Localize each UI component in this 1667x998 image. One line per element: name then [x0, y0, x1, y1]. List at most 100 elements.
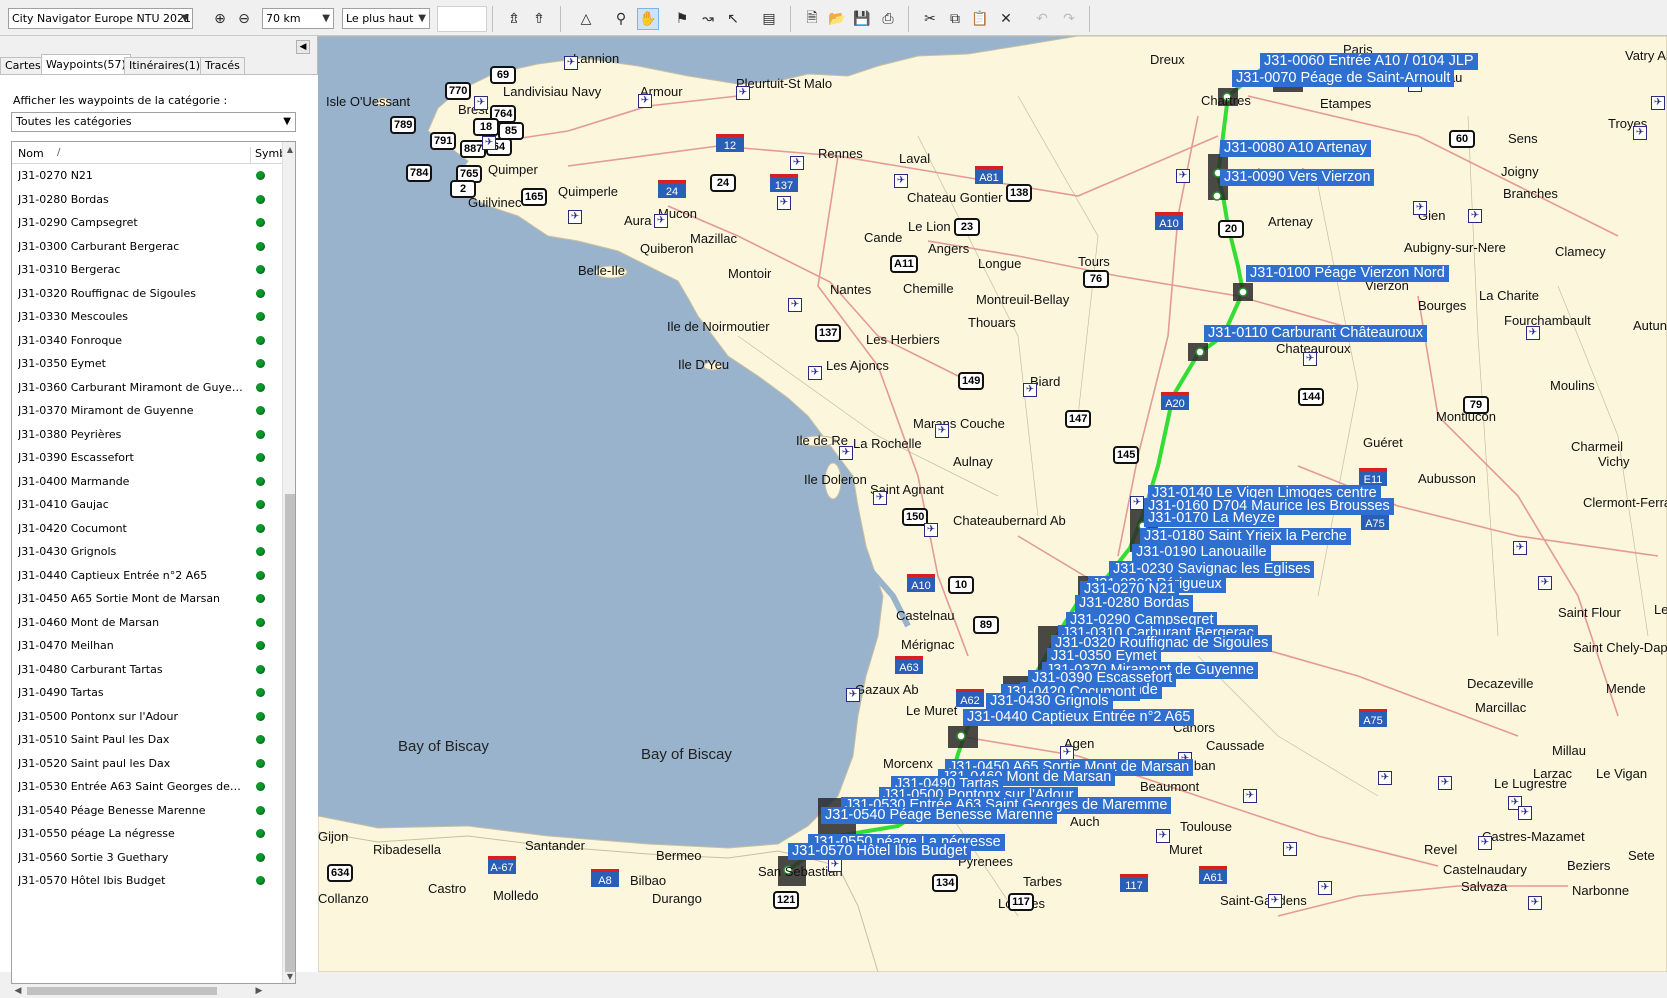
column-header-name[interactable]: Nom — [18, 147, 44, 160]
waypoint-map-label[interactable]: J31-0170 La Meyze — [1144, 510, 1280, 527]
list-item[interactable]: J31-0360 Carburant Miramont de Guyenne — [12, 376, 282, 400]
list-item[interactable]: J31-0440 Captieux Entrée n°2 A65 — [12, 564, 282, 588]
scroll-thumb[interactable] — [285, 494, 295, 972]
scroll-down-icon[interactable]: ▼ — [283, 969, 295, 983]
airport-icon: ✈ — [482, 136, 496, 150]
open-folder-icon[interactable]: 📂 — [826, 8, 848, 30]
list-item[interactable]: J31-0550 péage La négresse — [12, 822, 282, 846]
waypoint-map-label[interactable]: J31-0440 Captieux Entrée n°2 A65 — [963, 709, 1195, 726]
list-item[interactable]: J31-0320 Rouffignac de Sigoules — [12, 282, 282, 306]
airport-icon: ✈ — [846, 688, 860, 702]
category-select[interactable]: Toutes les catégories ▼ — [11, 112, 296, 132]
scroll-right-icon[interactable]: ▶ — [252, 984, 266, 998]
list-item[interactable]: J31-0460 Mont de Marsan — [12, 611, 282, 635]
tab-waypoints[interactable]: Waypoints(57) — [41, 54, 131, 74]
measure-ruler-icon[interactable]: ▤ — [758, 8, 780, 30]
delete-icon[interactable]: ✕ — [995, 8, 1017, 30]
new-file-icon[interactable]: 🗎 — [801, 8, 823, 30]
detail-level-select[interactable]: Le plus haut ▼ — [342, 8, 430, 29]
redo-icon[interactable]: ↷ — [1058, 8, 1080, 30]
list-item[interactable]: J31-0300 Carburant Bergerac — [12, 235, 282, 259]
road-shield: 89 — [973, 616, 999, 634]
paste-icon[interactable]: 📋 — [969, 8, 991, 30]
cut-icon[interactable]: ✂ — [919, 8, 941, 30]
waypoint-name: J31-0530 Entrée A63 Saint Georges de Mar… — [18, 780, 243, 793]
collapse-panel-button[interactable]: ◀ — [296, 40, 310, 54]
list-item[interactable]: J31-0450 A65 Sortie Mont de Marsan — [12, 587, 282, 611]
cursor-icon[interactable]: ↖ — [722, 8, 744, 30]
waypoint-list[interactable]: Nom / Symb J31-0270 N21J31-0280 BordasJ3… — [11, 141, 296, 984]
list-item[interactable]: J31-0570 Hôtel Ibis Budget — [12, 869, 282, 893]
column-header-symbol[interactable]: Symb — [250, 147, 282, 164]
zoom-out-icon[interactable]: ⊖ — [233, 8, 255, 30]
list-item[interactable]: J31-0560 Sortie 3 Guethary — [12, 846, 282, 870]
waypoint-map-label[interactable]: J31-0060 Entrée A10 / 0104 JLP — [1260, 53, 1478, 70]
vertical-scrollbar[interactable]: ▲ ▼ — [282, 142, 295, 983]
list-item[interactable]: J31-0480 Carburant Tartas — [12, 658, 282, 682]
waypoint-map-label[interactable]: J31-0110 Carburant Châteauroux — [1204, 325, 1427, 342]
place-label: Joigny — [1501, 164, 1539, 179]
list-item[interactable]: J31-0430 Grignols — [12, 540, 282, 564]
place-label: Muret — [1169, 842, 1203, 857]
map-view[interactable]: ParisDreuxVatry AbEtampesFontainebleauTr… — [318, 36, 1667, 972]
airport-icon: ✈ — [474, 96, 488, 110]
list-item[interactable]: J31-0290 Campsegret — [12, 211, 282, 235]
list-item[interactable]: J31-0310 Bergerac — [12, 258, 282, 282]
undo-icon[interactable]: ↶ — [1031, 8, 1053, 30]
route-tool-icon[interactable]: ↝ — [697, 8, 719, 30]
scroll-up-icon[interactable]: ▲ — [283, 142, 295, 158]
list-item[interactable]: J31-0380 Peyrières — [12, 423, 282, 447]
list-item[interactable]: J31-0280 Bordas — [12, 188, 282, 212]
tab-cartes[interactable]: Cartes — [0, 57, 46, 74]
waypoint-map-label[interactable]: J31-0570 Hôtel Ibis Budget — [788, 843, 971, 860]
list-item[interactable]: J31-0490 Tartas — [12, 681, 282, 705]
motorway-shield: A10 — [1155, 212, 1183, 230]
list-item[interactable]: J31-0420 Cocumont — [12, 517, 282, 541]
list-item[interactable]: J31-0270 N21 — [12, 164, 282, 188]
waypoint-map-label[interactable]: J31-0070 Péage de Saint-Arnoult — [1232, 70, 1455, 87]
scroll-left-icon[interactable]: ◀ — [11, 984, 25, 998]
copy-icon[interactable]: ⧉ — [944, 8, 966, 30]
map-product-select[interactable]: City Navigator Europe NTU 2021.1 ▼ — [8, 8, 193, 29]
waypoint-flag-icon[interactable]: ⚑ — [671, 8, 693, 30]
road-shield: 147 — [1065, 410, 1092, 428]
list-item[interactable]: J31-0370 Miramont de Guyenne — [12, 399, 282, 423]
select-tool-icon[interactable]: △ — [575, 8, 597, 30]
zoom-in-icon[interactable]: ⊕ — [209, 8, 231, 30]
list-item[interactable]: J31-0410 Gaujac — [12, 493, 282, 517]
waypoint-map-label[interactable]: J31-0280 Bordas — [1075, 595, 1194, 612]
list-item[interactable]: J31-0350 Eymet — [12, 352, 282, 376]
scroll-thumb-horizontal[interactable] — [27, 987, 217, 995]
zoom-distance-select[interactable]: 70 km ▼ — [262, 8, 334, 29]
place-label: Gijon — [318, 829, 349, 844]
toolbar-separator — [908, 6, 909, 32]
waypoint-map-label[interactable]: J31-0100 Péage Vierzon Nord — [1246, 265, 1449, 282]
pan-hand-icon[interactable]: ✋ — [637, 8, 659, 30]
list-item[interactable]: J31-0520 Saint paul les Dax — [12, 752, 282, 776]
tab-traces[interactable]: Tracés — [200, 57, 245, 74]
list-item[interactable]: J31-0390 Escassefort — [12, 446, 282, 470]
waypoint-map-label[interactable]: J31-0540 Péage Benesse Marenne — [821, 807, 1058, 824]
list-item[interactable]: J31-0340 Fonroque — [12, 329, 282, 353]
receive-from-device-icon[interactable]: ⇯ — [503, 8, 525, 30]
waypoint-map-label[interactable]: J31-0080 A10 Artenay — [1220, 140, 1371, 157]
horizontal-scrollbar[interactable]: ◀ ▶ — [11, 984, 266, 998]
zoom-tool-icon[interactable]: ⚲ — [610, 8, 632, 30]
list-item[interactable]: J31-0540 Péage Benesse Marenne — [12, 799, 282, 823]
list-item[interactable]: J31-0330 Mescoules — [12, 305, 282, 329]
send-to-device-icon[interactable]: ⇮ — [528, 8, 550, 30]
tab-itineraires[interactable]: Itinéraires(1) — [124, 57, 206, 74]
list-item[interactable]: J31-0510 Saint Paul les Dax — [12, 728, 282, 752]
list-item[interactable]: J31-0470 Meilhan — [12, 634, 282, 658]
list-item[interactable]: J31-0500 Pontonx sur l'Adour — [12, 705, 282, 729]
toolbar-separator — [492, 6, 493, 32]
waypoint-map-label[interactable]: J31-0430 Grignols — [986, 693, 1113, 710]
waypoint-name: J31-0410 Gaujac — [18, 498, 109, 511]
list-item[interactable]: J31-0530 Entrée A63 Saint Georges de Mar… — [12, 775, 282, 799]
waypoint-map-label[interactable]: J31-0190 Lanouaille — [1132, 544, 1271, 561]
waypoint-map-label[interactable]: J31-0090 Vers Vierzon — [1220, 169, 1375, 186]
waypoint-map-label[interactable]: J31-0180 Saint Yrieix la Perche — [1140, 528, 1351, 545]
list-item[interactable]: J31-0400 Marmande — [12, 470, 282, 494]
save-icon[interactable]: 💾 — [851, 8, 873, 30]
print-icon[interactable]: ⎙ — [877, 8, 899, 30]
